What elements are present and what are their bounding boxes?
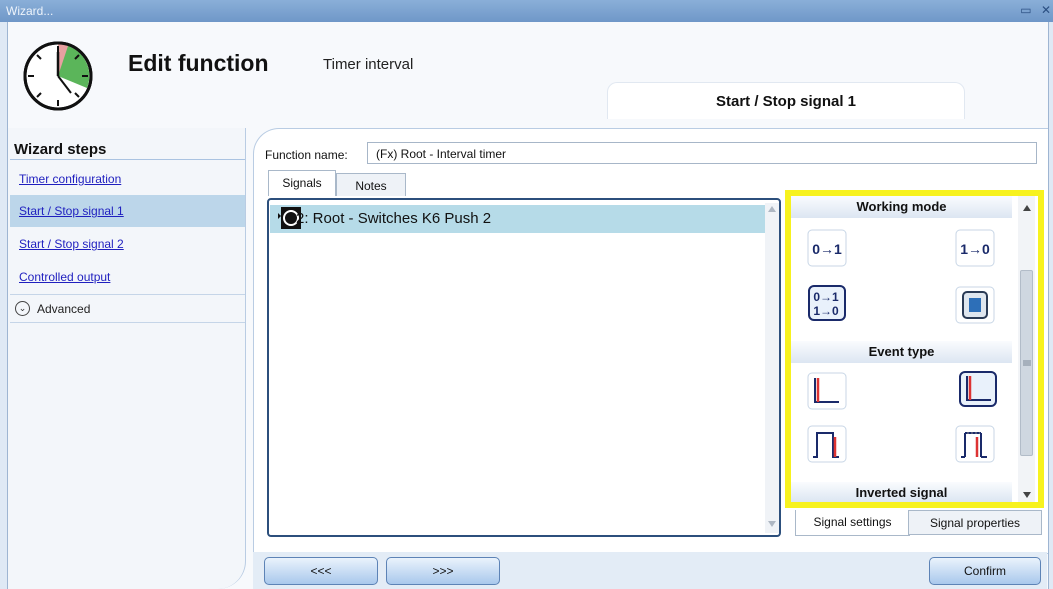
svg-text:1→0: 1→0 bbox=[813, 304, 839, 318]
tab-notes[interactable]: Notes bbox=[336, 173, 406, 196]
step-link[interactable]: Timer configuration bbox=[19, 172, 121, 186]
tab-signals[interactable]: Signals bbox=[268, 170, 336, 196]
working-mode-header: Working mode bbox=[791, 196, 1012, 218]
svg-text:0→1: 0→1 bbox=[812, 241, 842, 257]
window-titlebar: Wizard... ▭ ✕ bbox=[0, 0, 1053, 22]
tab-label: Signals bbox=[282, 176, 322, 190]
confirm-button[interactable]: Confirm bbox=[929, 557, 1041, 585]
rising-mode-button[interactable]: 0→1 bbox=[807, 229, 847, 267]
scroll-down-icon[interactable] bbox=[1023, 492, 1031, 498]
tab-label: Signal properties bbox=[929, 516, 1021, 530]
step-controlled-output[interactable]: Controlled output bbox=[10, 261, 245, 293]
step-start-stop-signal-1[interactable]: Start / Stop signal 1 bbox=[10, 195, 245, 227]
advanced-expander[interactable]: ⌄ Advanced bbox=[10, 294, 245, 323]
previous-button[interactable]: <<< bbox=[264, 557, 378, 585]
event-type-header: Event type bbox=[791, 341, 1012, 363]
step-link[interactable]: Controlled output bbox=[19, 270, 110, 284]
svg-text:0→1: 0→1 bbox=[813, 290, 839, 304]
restore-icon[interactable]: ▭ bbox=[1020, 3, 1031, 17]
tab-signal-properties[interactable]: Signal properties bbox=[908, 510, 1042, 535]
pulse-end-icon[interactable] bbox=[955, 425, 995, 463]
timer-clock-icon bbox=[23, 41, 93, 111]
close-icon[interactable]: ✕ bbox=[1041, 3, 1051, 17]
svg-text:1→0: 1→0 bbox=[960, 241, 990, 257]
current-step-label: Start / Stop signal 1 bbox=[715, 93, 857, 110]
tab-label: Notes bbox=[355, 179, 387, 193]
falling-edge-icon[interactable] bbox=[958, 370, 998, 408]
falling-mode-button[interactable]: 1→0 bbox=[955, 229, 995, 267]
list-scrollbar[interactable] bbox=[765, 203, 779, 533]
advanced-label: Advanced bbox=[37, 302, 91, 316]
function-name-label: Function name: bbox=[265, 148, 348, 162]
pulse-icon[interactable] bbox=[807, 425, 847, 463]
inverted-signal-header: Inverted signal bbox=[791, 482, 1012, 502]
scroll-up-icon[interactable] bbox=[768, 206, 776, 212]
divider bbox=[10, 159, 245, 160]
page-subtitle: Timer interval bbox=[323, 56, 414, 73]
next-button[interactable]: >>> bbox=[386, 557, 500, 585]
grip-icon bbox=[1023, 360, 1031, 366]
window-title: Wizard... bbox=[6, 4, 54, 18]
page-title: Edit function bbox=[128, 50, 269, 76]
function-name-input[interactable]: (Fx) Root - Interval timer bbox=[367, 142, 1037, 164]
signals-list bbox=[267, 198, 781, 537]
both-edges-mode-button[interactable]: 0→1 1→0 bbox=[807, 284, 847, 322]
step-timer-configuration[interactable]: Timer configuration bbox=[10, 163, 245, 195]
tab-signal-settings[interactable]: Signal settings bbox=[795, 510, 910, 536]
step-link[interactable]: Start / Stop signal 2 bbox=[19, 237, 124, 251]
rising-edge-icon[interactable] bbox=[807, 372, 847, 410]
step-start-stop-signal-2[interactable]: Start / Stop signal 2 bbox=[10, 228, 245, 260]
scrollbar-thumb[interactable] bbox=[1020, 270, 1033, 456]
chevron-down-icon[interactable]: ⌄ bbox=[15, 301, 30, 316]
scroll-down-icon[interactable] bbox=[768, 521, 776, 527]
step-link[interactable]: Start / Stop signal 1 bbox=[19, 204, 124, 218]
window-buttons: ▭ ✕ bbox=[1020, 3, 1051, 17]
current-step-tab: Start / Stop signal 1 bbox=[607, 82, 965, 119]
signal-label: 2: Root - Switches K6 Push 2 bbox=[296, 210, 492, 227]
wizard-steps-title: Wizard steps bbox=[14, 141, 107, 158]
toggle-switch-icon[interactable] bbox=[955, 286, 995, 324]
scroll-up-icon[interactable] bbox=[1023, 205, 1031, 211]
tab-label: Signal settings bbox=[813, 515, 892, 529]
